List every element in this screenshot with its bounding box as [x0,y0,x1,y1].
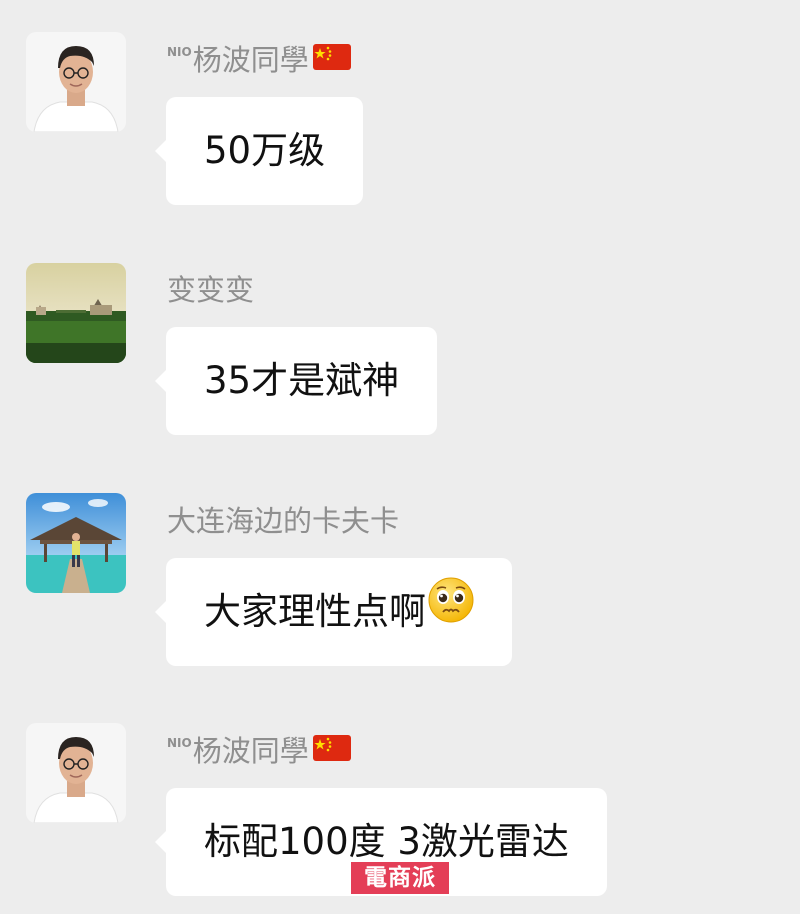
sender-name[interactable]: 大连海边的卡夫卡 [167,503,399,539]
watermark-logo: 電商派 [351,862,449,894]
sender-label: 杨波同學 [192,734,309,768]
sender-name[interactable]: 变变变 [167,272,254,308]
nio-badge: NIO [167,45,192,59]
avatar-countryside-landscape[interactable] [26,263,126,363]
message-text: 大家理性点啊 [204,590,426,633]
avatar-man-white-shirt[interactable] [26,723,126,823]
message-bubble[interactable]: 35才是斌神 [154,327,438,435]
sender-name[interactable]: NIO杨波同學 [167,42,351,78]
china-flag-icon [312,733,351,769]
message-bubble[interactable]: 50万级 [154,97,364,205]
china-flag-icon [312,42,351,78]
avatar-beach-pavilion[interactable] [26,493,126,593]
message-bubble[interactable]: 大家理性点啊 [155,557,512,666]
pleading-face-emoji-icon [428,557,474,665]
avatar-man-white-shirt[interactable] [26,32,126,132]
sender-label: 杨波同學 [192,43,309,77]
nio-badge: NIO [167,736,192,750]
sender-name[interactable]: NIO杨波同學 [167,733,351,769]
